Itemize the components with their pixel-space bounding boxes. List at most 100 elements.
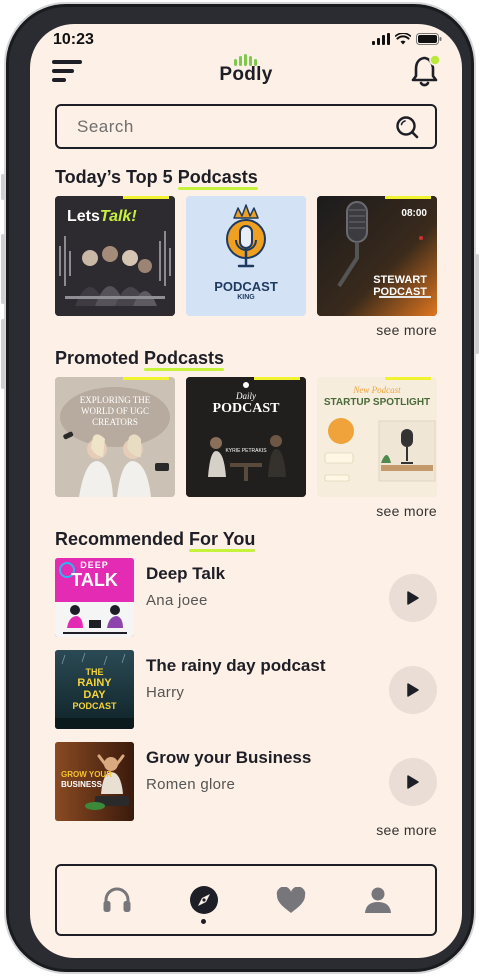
battery-icon — [416, 33, 442, 45]
play-icon — [407, 683, 419, 697]
deep-talk-art-line-1: DEEP — [80, 560, 109, 570]
rainy-day-art-line-1: THE — [85, 667, 104, 677]
startup-spotlight-artwork — [317, 377, 437, 497]
section-title-top5-highlight: Podcasts — [177, 167, 258, 187]
see-more-top5[interactable]: see more — [376, 322, 437, 338]
phone-frame: 10:23 Podly Search Today’s Top 5 Podcast… — [1, 2, 479, 974]
section-title-recommended-text: Recommended — [55, 529, 190, 549]
profile-icon — [365, 887, 391, 913]
menu-button[interactable] — [50, 58, 86, 88]
grow-business-thumbnail: GROW YOUR BUSINESS — [55, 742, 134, 821]
promoted-card-ugc-creators[interactable]: EXPLORING THE WORLD OF UGC CREATORS — [55, 377, 175, 497]
compass-icon — [190, 886, 218, 914]
rainy-day-art-line-3: DAY — [83, 689, 106, 701]
status-time: 10:23 — [53, 31, 94, 48]
recommended-title: Grow your Business — [146, 748, 312, 767]
daily-podcast-art-line-3: KYRIE PETRAKIS — [225, 448, 267, 454]
lets-talk-art-word-2: Talk! — [99, 208, 137, 225]
ugc-art-line-2: WORLD OF UGC — [80, 406, 149, 416]
search-input[interactable] — [77, 106, 377, 147]
nav-headphones[interactable] — [97, 880, 137, 920]
see-more-promoted[interactable]: see more — [376, 503, 437, 519]
stewart-art-line-1: STEWART — [373, 274, 427, 286]
hamburger-menu-icon — [52, 60, 82, 82]
section-title-recommended-highlight: For You — [189, 529, 256, 549]
rainy-day-art-line-4: PODCAST — [72, 701, 117, 711]
stewart-art-time: 08:00 — [401, 208, 427, 219]
grow-art-line-2: BUSINESS — [61, 780, 102, 789]
mute-switch — [1, 174, 5, 200]
deep-talk-art-line-2: TALK — [71, 570, 118, 590]
play-button[interactable] — [389, 758, 437, 806]
card-tab — [254, 377, 300, 380]
search-bar — [55, 104, 437, 149]
daily-podcast-art-line-2: PODCAST — [212, 401, 280, 416]
active-indicator-dot — [201, 919, 206, 924]
wifi-icon — [395, 33, 411, 45]
recommended-item-grow-business[interactable]: GROW YOUR BUSINESS Grow your Business Ro… — [55, 742, 437, 822]
recommended-item-rainy-day[interactable]: THE RAINY DAY PODCAST The rainy day podc… — [55, 650, 437, 730]
nav-profile[interactable] — [358, 880, 398, 920]
section-title-promoted: Promoted Podcasts — [55, 348, 224, 369]
status-icons — [372, 33, 442, 45]
logo-text: Podly — [219, 64, 273, 85]
heart-icon — [276, 886, 306, 913]
startup-art-line-2: STARTUP SPOTLIGHT — [323, 397, 431, 408]
section-title-recommended: Recommended For You — [55, 529, 255, 550]
play-button[interactable] — [389, 666, 437, 714]
promoted-card-daily-podcast[interactable]: Daily PODCAST KYRIE PETRAKIS — [186, 377, 306, 497]
card-tab — [123, 196, 169, 199]
card-tab — [123, 377, 169, 380]
play-button[interactable] — [389, 574, 437, 622]
grow-art-title: GROW YOUR BUSINESS — [61, 770, 112, 790]
top5-card-lets-talk[interactable]: LetsTalk! — [55, 196, 175, 316]
section-title-top5: Today’s Top 5 Podcasts — [55, 167, 258, 188]
volume-down-button — [1, 319, 5, 389]
section-title-promoted-highlight: Podcasts — [144, 348, 225, 368]
see-more-recommended[interactable]: see more — [376, 822, 437, 838]
app-screen: 10:23 Podly Search Today’s Top 5 Podcast… — [30, 24, 462, 958]
signal-icon — [372, 33, 390, 45]
rainy-day-art-line-2: RAINY — [77, 677, 112, 689]
headphones-icon — [103, 887, 131, 912]
grow-art-line-1: GROW YOUR — [61, 770, 112, 779]
rainy-day-thumbnail: THE RAINY DAY PODCAST — [55, 650, 134, 729]
ugc-art-title: EXPLORING THE WORLD OF UGC CREATORS — [55, 395, 175, 428]
app-logo: Podly — [216, 54, 276, 88]
ugc-art-line-1: EXPLORING THE — [79, 395, 151, 405]
card-tab — [385, 196, 431, 199]
top5-card-podcast-king[interactable]: PODCAST KING — [186, 196, 306, 316]
play-icon — [407, 775, 419, 789]
play-icon — [407, 591, 419, 605]
podcast-king-art-title: PODCAST — [214, 279, 278, 294]
section-title-top5-text: Today’s Top 5 — [55, 167, 178, 187]
notifications-button[interactable] — [410, 54, 442, 88]
recommended-author: Ana joee — [146, 592, 208, 609]
lets-talk-art-word-1: Lets — [67, 208, 100, 225]
nav-explore[interactable] — [184, 880, 224, 924]
deep-talk-thumbnail: DEEP TALK — [55, 558, 134, 637]
podcast-king-art-subtitle: KING — [237, 294, 255, 301]
stewart-art-line-2: PODCAST — [373, 286, 427, 298]
daily-podcast-art-line-1: Daily — [236, 391, 256, 401]
startup-art-line-1: New Podcast — [353, 385, 401, 395]
ugc-art-line-3: CREATORS — [92, 417, 138, 427]
promoted-card-startup-spotlight[interactable]: New Podcast STARTUP SPOTLIGHT — [317, 377, 437, 497]
recommended-title: The rainy day podcast — [146, 656, 326, 675]
top5-card-stewart-podcast[interactable]: 08:00 STEWART PODCAST — [317, 196, 437, 316]
lets-talk-art-text: LetsTalk! — [67, 208, 137, 226]
power-button — [475, 254, 479, 354]
recommended-author: Harry — [146, 684, 185, 701]
recommended-author: Romen glore — [146, 776, 236, 793]
status-bar: 10:23 — [30, 24, 462, 58]
recommended-item-deep-talk[interactable]: DEEP TALK Deep Talk Ana joee — [55, 558, 437, 638]
section-title-promoted-text: Promoted — [55, 348, 145, 368]
card-tab — [385, 377, 431, 380]
volume-up-button — [1, 234, 5, 304]
rainy-day-art-title: THE RAINY DAY PODCAST — [55, 667, 134, 711]
search-icon[interactable] — [395, 115, 419, 139]
bottom-navigation — [55, 864, 437, 936]
bell-icon — [411, 54, 441, 87]
recommended-title: Deep Talk — [146, 564, 226, 583]
nav-favorites[interactable] — [271, 880, 311, 920]
